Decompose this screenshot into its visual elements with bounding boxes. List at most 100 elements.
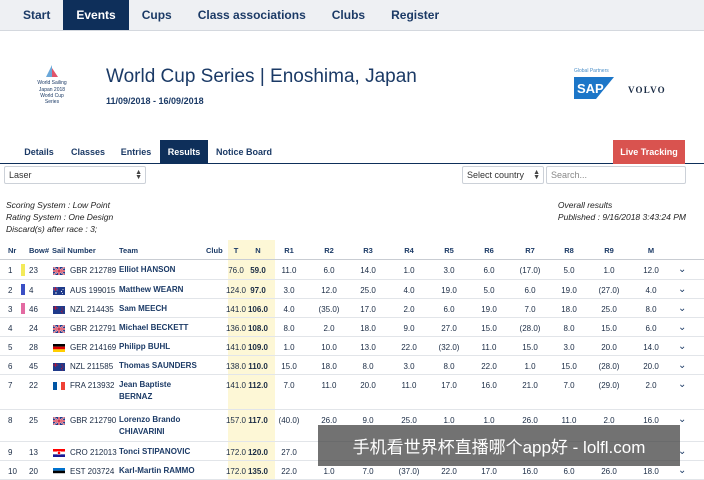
column-header[interactable]: R7 [510,246,550,255]
race-result-cell: 18.0 [321,362,337,371]
table-row[interactable]: 2 4 AUS 199015 Matthew WEARN 124.0 97.0 3.0 12.… [0,280,704,299]
class-select-value: Laser [9,170,32,180]
table-row[interactable]: 1 23 GBR 212789 Elliot HANSON 76.0 59.0 11.0 6.… [0,260,704,280]
nav-events[interactable]: Events [63,0,129,30]
volvo-logo: VOLVO [628,85,666,95]
column-header[interactable]: R1 [269,246,309,255]
live-tracking-button[interactable]: Live Tracking [613,140,685,164]
column-header[interactable]: M [631,246,671,255]
watermark-banner: 手机看世界杯直播哪个app好 - lolfl.com [318,425,680,466]
race-result-cell: 18.0 [561,305,577,314]
medal-color-bar [21,284,25,295]
page-title: World Cup Series | Enoshima, Japan [106,66,417,87]
sap-logo: SAP [574,77,614,99]
column-header[interactable]: R4 [389,246,429,255]
tab-classes[interactable]: Classes [64,140,112,164]
column-header[interactable]: R6 [469,246,509,255]
nav-register[interactable]: Register [378,0,452,30]
table-row[interactable]: 7 22 FRA 213932 Jean Baptiste BERNAZ 141.0 11… [0,375,704,410]
race-result-cell: 11.0 [321,381,337,390]
race-result-cell: 5.0 [563,266,575,275]
expand-row-chevron-icon[interactable]: ⌄ [678,379,686,390]
team-name-cell: Lorenzo Brando CHIAVARINI [119,415,181,436]
medal-race-cell: 20.0 [643,362,659,371]
column-header[interactable]: R2 [309,246,349,255]
tab-entries[interactable]: Entries [112,140,160,164]
medal-race-cell: 6.0 [645,324,657,333]
race-result-cell: (28.0) [519,324,541,333]
column-header[interactable]: Nr [8,246,16,255]
race-result-cell: 25.0 [401,416,417,425]
nav-clubs[interactable]: Clubs [319,0,378,30]
bow-number-cell: 46 [29,305,38,314]
race-result-cell: 16.0 [481,381,497,390]
expand-row-chevron-icon[interactable]: ⌄ [678,264,686,275]
race-result-cell: 3.0 [403,362,415,371]
nav-cups[interactable]: Cups [129,0,185,30]
race-result-cell: 22.0 [481,362,497,371]
class-select[interactable]: Laser ▲ ▼ [4,166,146,184]
expand-row-chevron-icon[interactable]: ⌄ [678,303,686,314]
search-input[interactable] [546,166,686,184]
bow-number-cell: 20 [29,467,38,476]
medal-race-cell: 16.0 [643,416,659,425]
bow-number-cell: 22 [29,381,38,390]
race-result-cell: 15.0 [281,362,297,371]
race-result-cell: (35.0) [318,305,340,314]
sail-number-cell: GBR 212791 [70,324,117,333]
sail-number-cell: EST 203724 [70,467,115,476]
column-header[interactable]: R8 [549,246,589,255]
race-result-cell: 12.0 [321,286,337,295]
race-result-cell: 14.0 [360,266,376,275]
country-flag-icon [53,344,65,352]
column-header[interactable]: R3 [348,246,388,255]
race-result-cell: 16.0 [522,467,538,476]
race-result-cell: 19.0 [481,305,497,314]
race-result-cell: 20.0 [601,343,617,352]
tab-notice-board[interactable]: Notice Board [208,140,280,164]
team-name-cell: Elliot HANSON [119,265,176,274]
race-result-cell: 7.0 [283,381,295,390]
race-result-cell: 11.0 [401,381,417,390]
race-result-cell: 1.0 [323,467,335,476]
race-result-cell: 8.0 [443,362,455,371]
race-result-cell: (17.0) [519,266,541,275]
expand-row-chevron-icon[interactable]: ⌄ [678,341,686,352]
race-result-cell: 3.0 [563,343,575,352]
race-result-cell: 19.0 [561,286,577,295]
tab-results[interactable]: Results [160,140,208,164]
expand-row-chevron-icon[interactable]: ⌄ [678,322,686,333]
tab-details[interactable]: Details [14,140,64,164]
team-name-cell: Jean Baptiste BERNAZ [119,380,172,401]
medal-color-bar [21,264,25,276]
column-header[interactable]: R9 [589,246,629,255]
country-flag-icon [53,363,65,371]
country-select[interactable]: Select country ▲ ▼ [462,166,544,184]
team-name-cell: Philipp BUHL [119,342,171,351]
race-result-cell: 27.0 [441,324,457,333]
race-result-cell: 10.0 [321,343,337,352]
expand-row-chevron-icon[interactable]: ⌄ [678,360,686,371]
race-result-cell: 5.0 [483,286,495,295]
column-header[interactable]: Team [119,246,138,255]
nav-class-associations[interactable]: Class associations [185,0,319,30]
race-result-cell: 27.0 [281,448,297,457]
expand-row-chevron-icon[interactable]: ⌄ [678,465,686,476]
nav-start[interactable]: Start [10,0,63,30]
race-result-cell: 15.0 [481,324,497,333]
table-row[interactable]: 5 28 GER 214169 Philipp BUHL 141.0 109.0 1.0 10… [0,337,704,356]
table-row[interactable]: 3 46 NZL 214435 Sam MEECH 141.0 106.0 4.0 (35.0… [0,299,704,318]
expand-row-chevron-icon[interactable]: ⌄ [678,284,686,295]
race-result-cell: 26.0 [601,467,617,476]
race-result-cell: 3.0 [283,286,295,295]
column-header[interactable]: Sail Number [52,246,96,255]
table-row[interactable]: 6 45 NZL 211585 Thomas SAUNDERS 138.0 110.0 15… [0,356,704,375]
expand-row-chevron-icon[interactable]: ⌄ [678,414,686,425]
table-row[interactable]: 4 24 GBR 212791 Michael BECKETT 136.0 108.0 8.… [0,318,704,337]
column-header[interactable]: Bow# [29,246,49,255]
team-name-cell: Matthew WEARN [119,285,184,294]
country-flag-icon [53,382,65,390]
logo-text-line: World Sailing [37,80,67,86]
column-header[interactable]: R5 [429,246,469,255]
race-result-cell: 1.0 [524,362,536,371]
